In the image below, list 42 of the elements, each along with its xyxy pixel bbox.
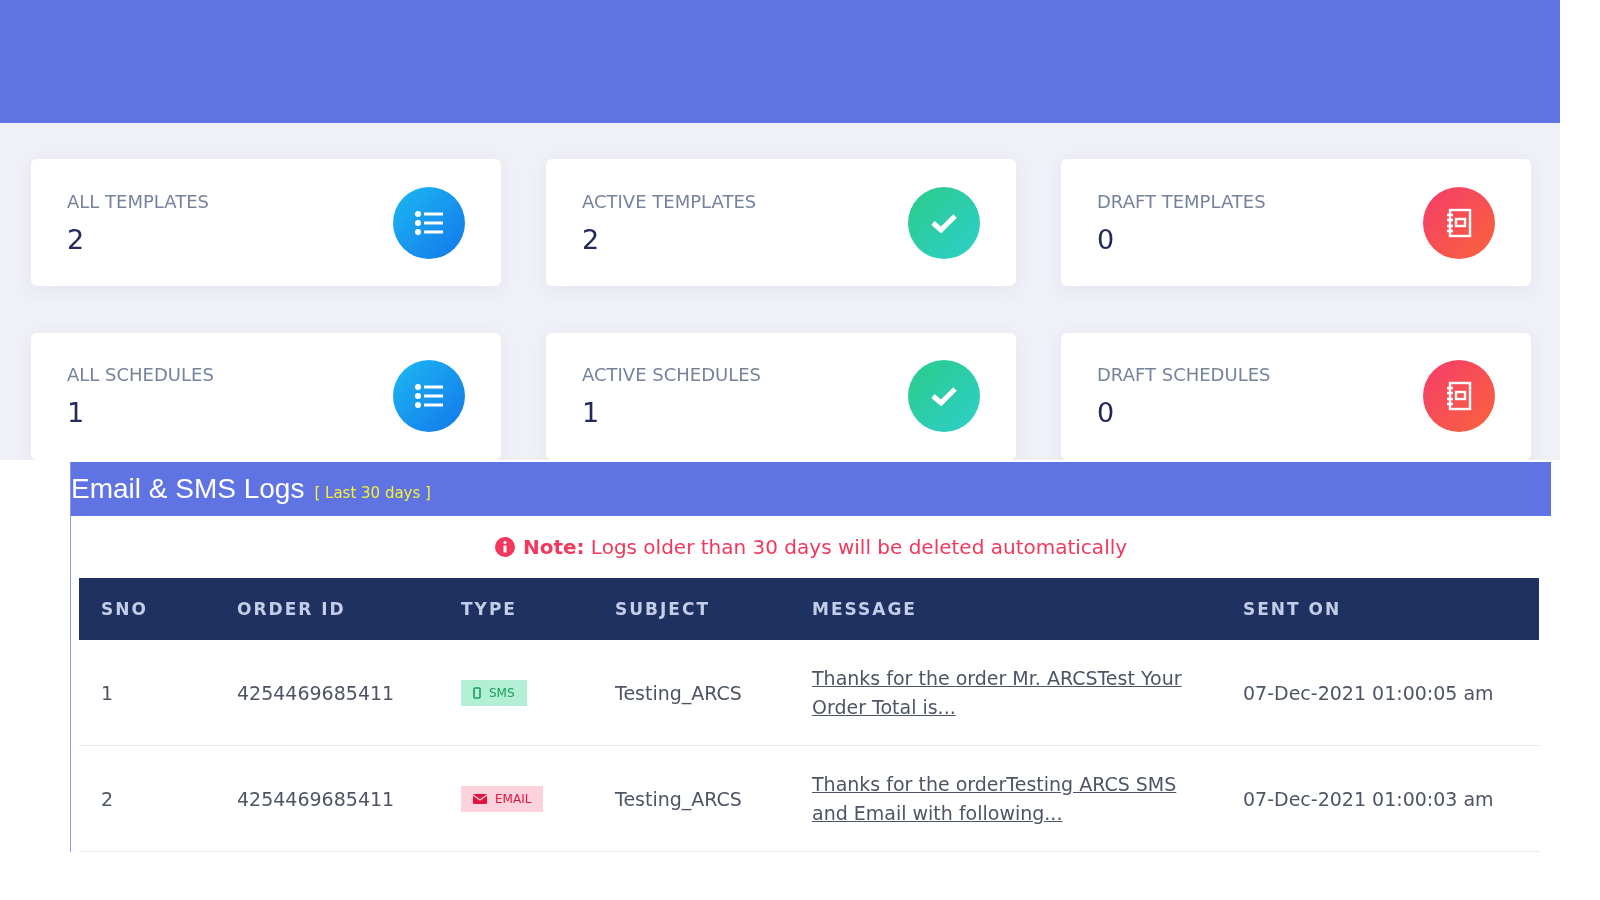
- table-cell: 4254469685411: [207, 745, 431, 852]
- stat-label: ACTIVE SCHEDULES: [582, 364, 762, 385]
- phone-icon: [473, 686, 481, 699]
- logs-title: Email & SMS Logs: [71, 473, 305, 505]
- table-cell: 4254469685411: [207, 640, 431, 746]
- table-cell: 07-Dec-2021 01:00:05 am: [1213, 640, 1539, 746]
- table-cell: 07-Dec-2021 01:00:03 am: [1213, 745, 1539, 852]
- stat-value: 2: [582, 223, 601, 255]
- stat-value: 0: [1097, 223, 1116, 255]
- column-header: TYPE: [431, 578, 585, 640]
- logs-range: [ Last 30 days ]: [314, 484, 431, 502]
- list-icon: [414, 383, 444, 409]
- stat-label: ALL TEMPLATES: [67, 190, 209, 212]
- check-icon: [931, 386, 957, 406]
- stat-label: ACTIVE TEMPLATES: [582, 190, 757, 212]
- list-icon: [414, 209, 444, 236]
- column-header: SENT ON: [1213, 578, 1539, 640]
- column-header: ORDER ID: [207, 578, 431, 640]
- note-text: Note: Logs older than 30 days will be deleted automatically: [522, 535, 1128, 559]
- stat-label: DRAFT SCHEDULES: [1097, 364, 1271, 385]
- stat-value: 1: [67, 397, 86, 428]
- table-cell: 1: [79, 640, 207, 746]
- notebook-icon: [1444, 381, 1474, 411]
- stat-label: DRAFT TEMPLATES: [1097, 190, 1266, 212]
- table-cell: Testing_ARCS: [585, 640, 782, 746]
- column-header: MESSAGE: [782, 578, 1213, 640]
- message-link[interactable]: Thanks for the order Mr. ARCSTest Your Order Total is...: [812, 663, 1202, 722]
- stat-value: 1: [582, 397, 601, 428]
- table-cell: Testing_ARCS: [585, 745, 782, 852]
- type-tag: EMAIL: [461, 785, 544, 812]
- check-icon: [931, 212, 957, 233]
- notebook-icon: [1444, 207, 1474, 238]
- table-cell: 2: [79, 745, 207, 852]
- stat-label: ALL SCHEDULES: [67, 364, 214, 385]
- message-link[interactable]: Thanks for the orderTesting ARCS SMS and Email with following...: [812, 769, 1202, 828]
- stat-value: 0: [1097, 397, 1116, 428]
- stat-value: 2: [67, 223, 86, 255]
- type-tag: SMS: [461, 679, 527, 706]
- column-header: SNO: [79, 578, 207, 640]
- column-header: SUBJECT: [585, 578, 782, 640]
- info-icon: [494, 537, 515, 557]
- envelope-icon: [473, 793, 487, 804]
